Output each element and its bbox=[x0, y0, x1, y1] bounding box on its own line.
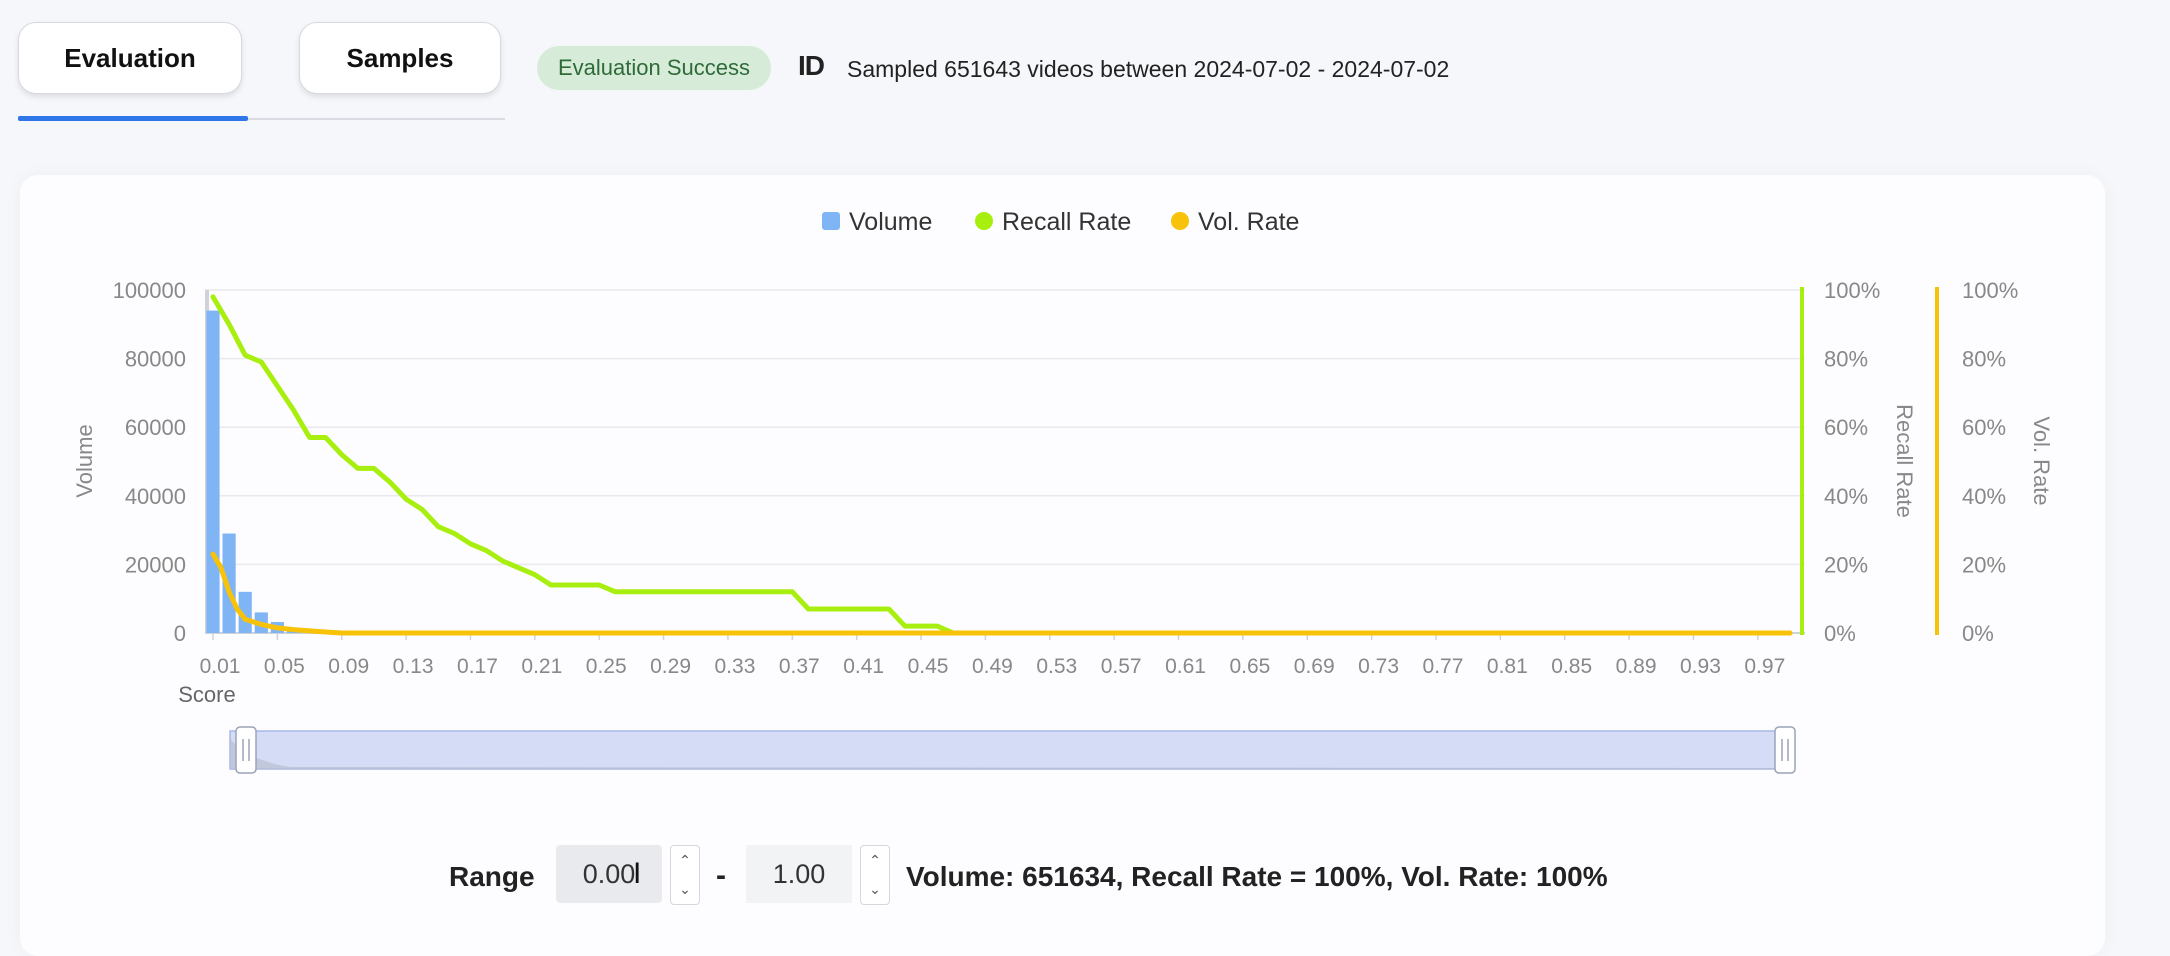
series-line-0 bbox=[210, 294, 1793, 636]
y-right2-tick-label: 40% bbox=[1962, 484, 2006, 509]
x-tick-label: 0.29 bbox=[650, 655, 691, 678]
rate-lines bbox=[210, 294, 1793, 636]
x-tick-label: 0.01 bbox=[200, 655, 241, 678]
y-right1-tick-label: 40% bbox=[1824, 484, 1868, 509]
range-summary: Volume: 651634, Recall Rate = 100%, Vol.… bbox=[906, 861, 1608, 892]
y-right1-tick-label: 20% bbox=[1824, 552, 1868, 577]
x-axis-title: Score bbox=[178, 682, 235, 707]
series-line-1 bbox=[210, 551, 1793, 636]
y-left-tick-label: 80000 bbox=[125, 347, 186, 372]
range-max-stepper[interactable]: ⌃ ⌄ bbox=[860, 845, 890, 905]
legend-swatch bbox=[822, 212, 840, 230]
x-tick-label: 0.89 bbox=[1616, 655, 1657, 678]
x-tick-label: 0.73 bbox=[1358, 655, 1399, 678]
y-right1-tick-label: 60% bbox=[1824, 415, 1868, 440]
slider-handle-right[interactable] bbox=[1774, 726, 1796, 774]
x-tick-label: 0.69 bbox=[1294, 655, 1335, 678]
y-right2-tick-label: 20% bbox=[1962, 552, 2006, 577]
slider-handle-left[interactable] bbox=[235, 726, 257, 774]
x-tick-label: 0.97 bbox=[1744, 655, 1785, 678]
text-cursor-icon: I bbox=[633, 857, 642, 890]
x-tick-label: 0.13 bbox=[393, 655, 434, 678]
y-right1-tick-label: 0% bbox=[1824, 621, 1856, 646]
range-min-stepper[interactable]: ⌃ ⌄ bbox=[670, 845, 700, 905]
axis-labels: 0 20000 40000 60000 80000 100000 0% 0% 20% 20% 40%… bbox=[72, 278, 2054, 707]
range-label: Range bbox=[449, 861, 535, 892]
legend-item-2[interactable]: Vol. Rate bbox=[1171, 208, 1299, 236]
y-left-tick-label: 100000 bbox=[113, 278, 186, 303]
chart-axes bbox=[205, 287, 1939, 640]
legend-item-1[interactable]: Recall Rate bbox=[975, 208, 1131, 236]
x-tick-label: 0.65 bbox=[1229, 655, 1270, 678]
y-right2-tick-label: 60% bbox=[1962, 415, 2006, 440]
y-right2-tick-label: 100% bbox=[1962, 278, 2018, 303]
range-separator: - bbox=[716, 859, 726, 892]
x-tick-label: 0.17 bbox=[457, 655, 498, 678]
stepper-down-icon[interactable]: ⌄ bbox=[679, 881, 691, 898]
x-tick-label: 0.33 bbox=[715, 655, 756, 678]
x-tick-label: 0.09 bbox=[328, 655, 369, 678]
x-tick-label: 0.85 bbox=[1551, 655, 1592, 678]
zoom-slider[interactable] bbox=[229, 726, 1796, 774]
legend-swatch bbox=[1171, 212, 1189, 230]
x-tick-label: 0.49 bbox=[972, 655, 1013, 678]
y-right1-tick-label: 80% bbox=[1824, 347, 1868, 372]
x-tick-label: 0.81 bbox=[1487, 655, 1528, 678]
stepper-up-icon[interactable]: ⌃ bbox=[869, 852, 881, 869]
evaluation-chart: Volume Recall Rate Vol. Rate 0 20000 40000 60… bbox=[72, 208, 2054, 774]
y-right1-tick-label: 100% bbox=[1824, 278, 1880, 303]
x-tick-label: 0.53 bbox=[1036, 655, 1077, 678]
stepper-up-icon[interactable]: ⌃ bbox=[679, 852, 691, 869]
chart-legend: Volume Recall Rate Vol. Rate bbox=[822, 208, 1299, 236]
stepper-down-icon[interactable]: ⌄ bbox=[869, 881, 881, 898]
x-tick-label: 0.41 bbox=[843, 655, 884, 678]
chart-grid bbox=[205, 289, 1805, 566]
legend-label: Vol. Rate bbox=[1198, 208, 1299, 236]
x-tick-label: 0.77 bbox=[1423, 655, 1464, 678]
legend-swatch bbox=[975, 212, 993, 230]
x-tick-label: 0.21 bbox=[521, 655, 562, 678]
y-right2-tick-label: 80% bbox=[1962, 347, 2006, 372]
legend-label: Volume bbox=[849, 208, 932, 236]
x-tick-label: 0.25 bbox=[586, 655, 627, 678]
x-tick-label: 0.93 bbox=[1680, 655, 1721, 678]
y-left-tick-label: 40000 bbox=[125, 484, 186, 509]
x-tick-label: 0.37 bbox=[779, 655, 820, 678]
x-tick-label: 0.45 bbox=[908, 655, 949, 678]
y-left-tick-label: 0 bbox=[174, 621, 186, 646]
legend-label: Recall Rate bbox=[1002, 208, 1131, 236]
slider-window bbox=[229, 730, 1793, 770]
range-controls: Range ⌃ ⌄ I - ⌃ ⌄ Volume: 651634, Recall… bbox=[0, 845, 2170, 905]
y-right1-axis-title: Recall Rate bbox=[1892, 404, 1917, 518]
legend-item-0[interactable]: Volume bbox=[822, 208, 932, 236]
y-left-tick-label: 60000 bbox=[125, 415, 186, 440]
x-tick-label: 0.57 bbox=[1101, 655, 1142, 678]
y-right2-tick-label: 0% bbox=[1962, 621, 1994, 646]
x-tick-label: 0.61 bbox=[1165, 655, 1206, 678]
y-left-tick-label: 20000 bbox=[125, 552, 186, 577]
range-max-input[interactable] bbox=[746, 845, 852, 903]
y-left-axis-title: Volume bbox=[72, 424, 97, 497]
range-min-input[interactable] bbox=[556, 845, 662, 903]
x-tick-label: 0.05 bbox=[264, 655, 305, 678]
y-right2-axis-title: Vol. Rate bbox=[2029, 416, 2054, 505]
volume-bar bbox=[206, 310, 220, 633]
